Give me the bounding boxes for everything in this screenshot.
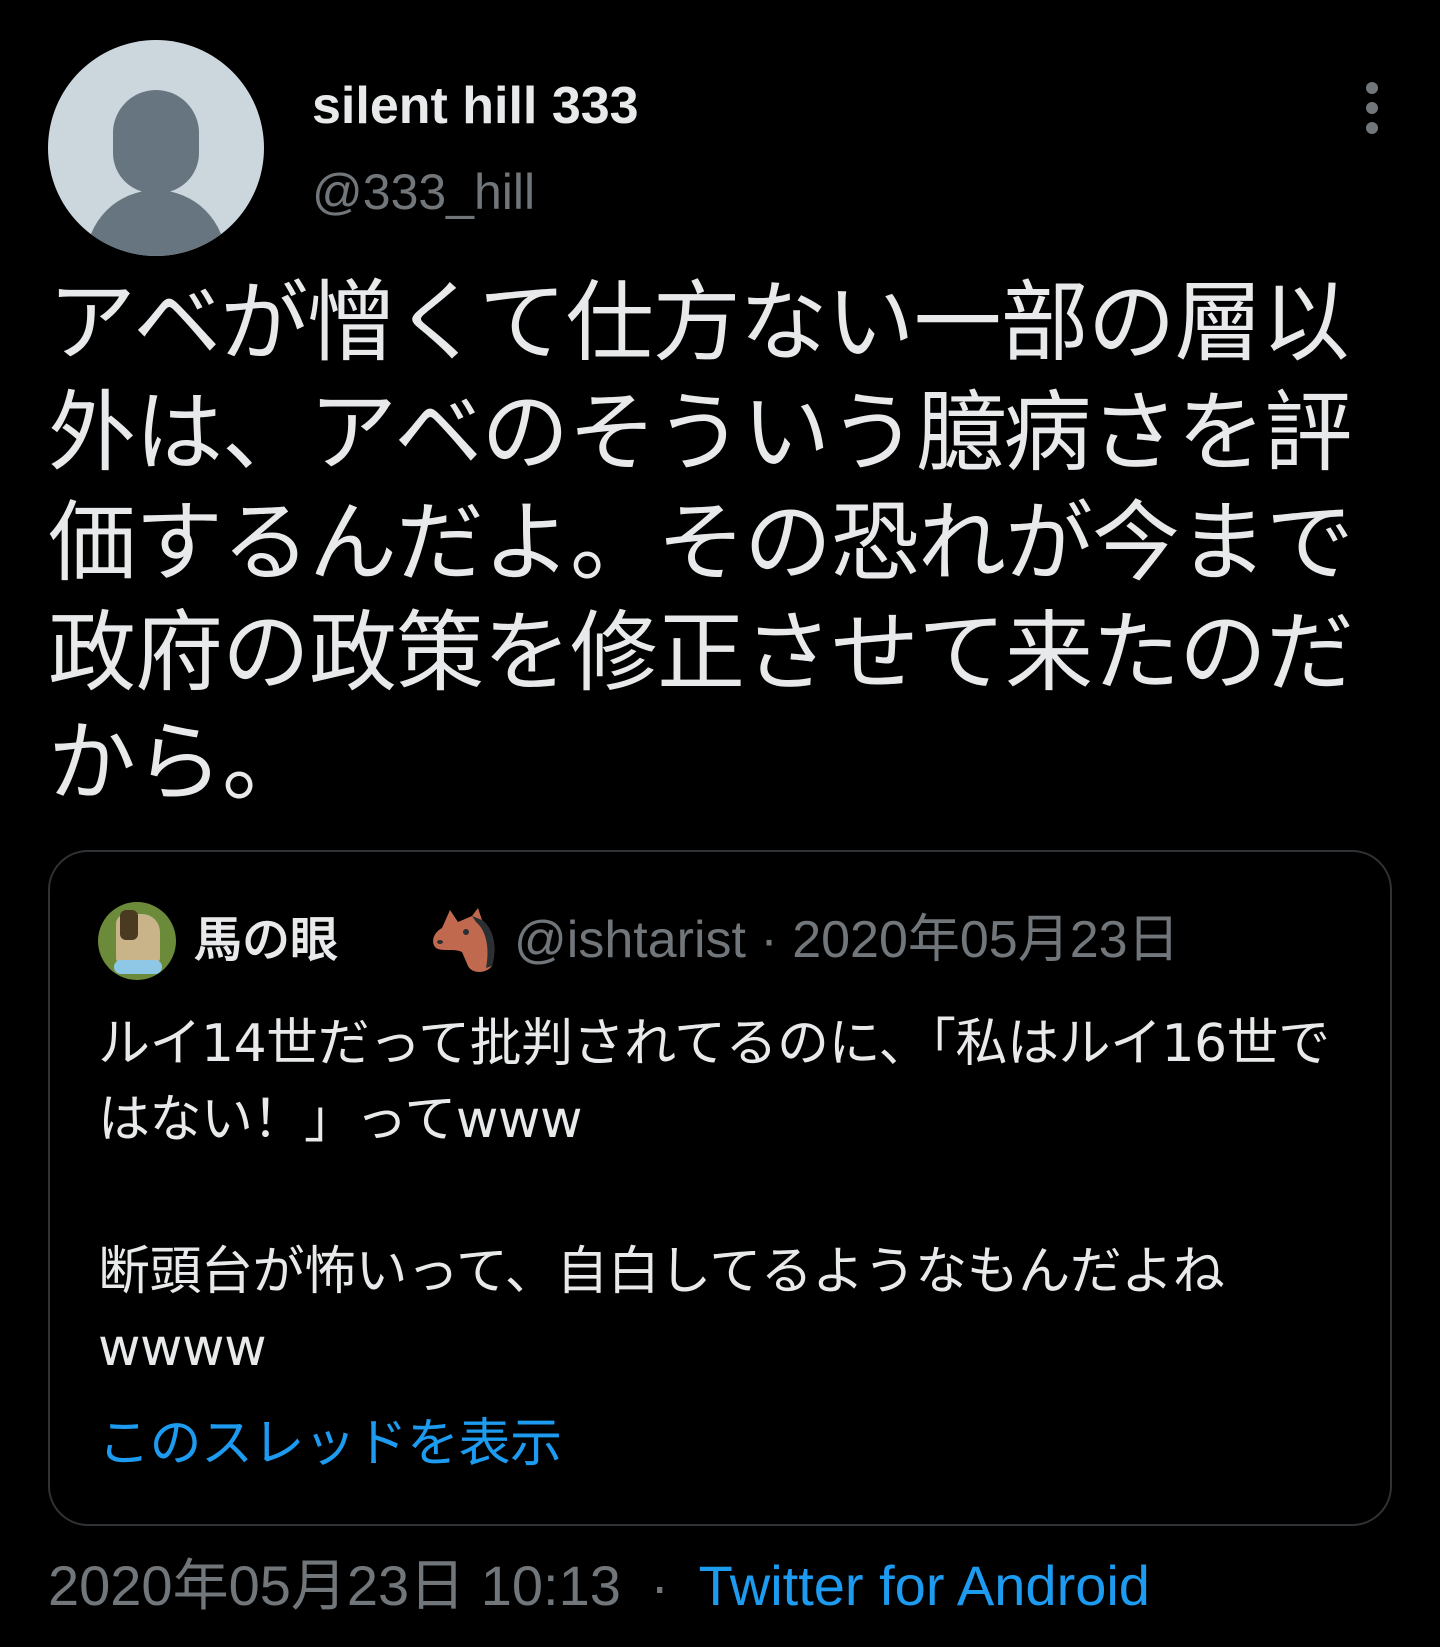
more-dot [1366, 122, 1378, 134]
quoted-tweet-meta: @ishtarist · 2020年05月23日 [514, 908, 1180, 972]
author-display-name[interactable]: silent hill 333 [312, 76, 639, 136]
quoted-tweet-text: ルイ14世だって批判されてるのに、「私はルイ16世ではない！」ってwww 断頭台… [98, 1014, 1330, 1378]
more-options-icon[interactable] [1352, 80, 1392, 136]
more-dot [1366, 102, 1378, 114]
tweet-detail: silent hill 333 @333_hill アベが憎くて仕方ない一部の層… [0, 0, 1440, 1647]
tweet-header: silent hill 333 @333_hill [48, 40, 1392, 256]
show-thread-link[interactable]: このスレッドを表示 [98, 1412, 562, 1476]
tweet-source-link[interactable]: Twitter for Android [699, 1554, 1150, 1617]
horse-face-emoji-icon [433, 908, 495, 972]
avatar-mane-shape [120, 910, 138, 940]
quoted-tweet-header: 馬の眼 @ishtarist · 2020年05月23日 [98, 900, 1338, 984]
avatar-body-shape [86, 190, 226, 256]
default-avatar-icon[interactable] [48, 40, 264, 256]
quoted-tweet-date: 2020年05月23日 [792, 911, 1180, 969]
tweet-text: アベが憎くて仕方ない一部の層以外は、アベのそういう臆病さを評価するんだよ。その恐… [48, 271, 1354, 814]
quoted-author-handle: @ishtarist [514, 911, 746, 969]
avatar-feet-shape [114, 960, 162, 974]
footer-separator: · [650, 1554, 670, 1617]
author-handle[interactable]: @333_hill [312, 162, 535, 222]
quoted-tweet-card[interactable]: 馬の眼 @ishtarist · 2020年05月23日 ルイ14世だって批判さ… [48, 850, 1392, 1526]
quoted-author-avatar [98, 902, 176, 980]
quoted-author-name: 馬の眼 [194, 912, 339, 968]
tweet-footer: 2020年05月23日 10:13 · Twitter for Android [48, 1554, 1150, 1618]
tweet-timestamp[interactable]: 2020年05月23日 10:13 [48, 1554, 621, 1617]
more-dot [1366, 82, 1378, 94]
meta-separator: · [760, 911, 778, 969]
avatar-head-shape [113, 90, 199, 193]
